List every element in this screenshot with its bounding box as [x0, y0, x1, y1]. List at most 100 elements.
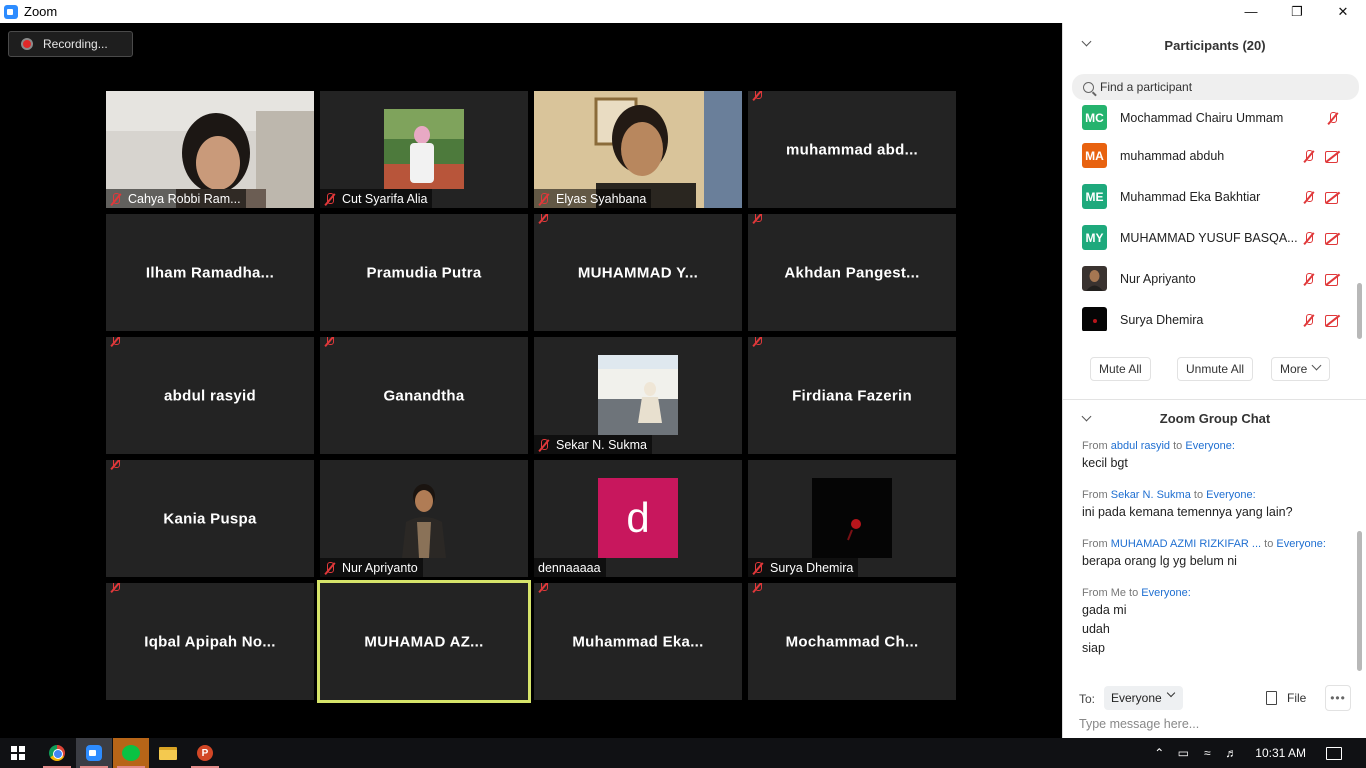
restore-button[interactable]: ❐ — [1274, 0, 1320, 23]
taskbar-zoom[interactable] — [76, 738, 112, 768]
recipient-select[interactable]: Everyone — [1104, 686, 1183, 710]
chevron-up-icon[interactable]: ⌃ — [1149, 738, 1169, 768]
profile-picture — [598, 355, 678, 435]
video-tile[interactable]: Cut Syarifa Alia — [320, 91, 528, 208]
notification-icon[interactable] — [1326, 746, 1342, 760]
video-tile[interactable]: Elyas Syahbana — [534, 91, 742, 208]
sender-link[interactable]: MUHAMAD AZMI RIZKIFAR ... — [1111, 538, 1261, 550]
recipient-link[interactable]: Everyone: — [1141, 587, 1191, 599]
video-tile[interactable]: MUHAMMAD Y... — [534, 214, 742, 331]
muted-mic-icon[interactable] — [1303, 272, 1315, 285]
video-tile[interactable]: Kania Puspa — [106, 460, 314, 577]
to-label: To: — [1079, 692, 1096, 706]
muted-mic-icon — [324, 337, 336, 346]
video-off-icon[interactable] — [1325, 150, 1341, 163]
battery-icon[interactable]: ▭ — [1173, 738, 1193, 768]
chat-scrollbar[interactable] — [1357, 531, 1362, 671]
wifi-icon[interactable]: ≈ — [1197, 738, 1217, 768]
participant-name: MUHAMAD AZ... — [364, 633, 484, 650]
video-tile[interactable]: Mochammad Ch... — [748, 583, 956, 700]
video-tile[interactable]: Ilham Ramadha... — [106, 214, 314, 331]
participant-scrollbar[interactable] — [1357, 283, 1362, 339]
recipient-link[interactable]: Everyone: — [1185, 440, 1235, 452]
volume-icon[interactable]: ♬ — [1221, 738, 1241, 768]
message-text: berapa orang lg yg belum ni — [1082, 554, 1237, 568]
collapse-chevron-icon[interactable] — [1081, 38, 1091, 48]
participant-name: Firdiana Fazerin — [792, 387, 912, 404]
video-tile[interactable]: Nur Apriyanto — [320, 460, 528, 577]
recipient-link[interactable]: Everyone: — [1276, 538, 1326, 550]
close-button[interactable]: ✕ — [1320, 0, 1366, 23]
video-tile[interactable]: abdul rasyid — [106, 337, 314, 454]
participant-row[interactable]: MC Mochammad Chairu Ummam — [1063, 103, 1357, 138]
more-button[interactable]: More — [1271, 357, 1331, 381]
video-off-icon[interactable] — [1325, 314, 1341, 327]
taskbar-line[interactable] — [113, 738, 149, 768]
collapse-chevron-icon[interactable] — [1081, 413, 1091, 423]
muted-mic-icon[interactable] — [1303, 190, 1315, 203]
chrome-icon — [49, 745, 65, 761]
chat-title: Zoom Group Chat — [1159, 410, 1271, 426]
chat-messages: From abdul rasyid to Everyone: kecil bgt… — [1063, 437, 1357, 677]
participant-name: Muhammad Eka... — [572, 633, 704, 650]
divider — [1063, 399, 1366, 400]
video-off-icon[interactable] — [1325, 232, 1341, 245]
video-tile[interactable]: Akhdan Pangest... — [748, 214, 956, 331]
video-tile[interactable]: Pramudia Putra — [320, 214, 528, 331]
video-tile[interactable]: muhammad abd... — [748, 91, 956, 208]
search-input[interactable] — [1100, 80, 1340, 94]
minimize-button[interactable]: — — [1228, 0, 1274, 23]
participant-row[interactable]: Nur Apriyanto — [1063, 258, 1357, 299]
muted-mic-icon[interactable] — [1303, 231, 1315, 244]
participant-name: muhammad abd... — [785, 141, 919, 158]
muted-mic-icon[interactable] — [1327, 111, 1339, 124]
sender-link[interactable]: Sekar N. Sukma — [1111, 489, 1191, 501]
video-tile[interactable]: Iqbal Apipah No... — [106, 583, 314, 700]
video-tile[interactable]: Cahya Robbi Ram... — [106, 91, 314, 208]
mute-all-button[interactable]: Mute All — [1090, 357, 1151, 381]
participant-name: Cahya Robbi Ram... — [128, 191, 241, 206]
video-tile[interactable]: Ganandtha — [320, 337, 528, 454]
zoom-icon — [86, 745, 102, 761]
muted-mic-icon[interactable] — [1303, 313, 1315, 326]
participant-search[interactable] — [1072, 74, 1359, 100]
chat-message: From MUHAMAD AZMI RIZKIFAR ... to Everyo… — [1082, 538, 1352, 569]
line-chat-icon — [122, 745, 140, 761]
start-button[interactable] — [0, 738, 36, 768]
video-tile[interactable]: Sekar N. Sukma — [534, 337, 742, 454]
participant-name-label: Cut Syarifa Alia — [320, 189, 433, 208]
to-word: to — [1170, 440, 1186, 452]
participant-name: Ilham Ramadha... — [145, 264, 275, 281]
taskbar-powerpoint[interactable]: P — [187, 738, 223, 768]
participant-row[interactable]: Surya Dhemira — [1063, 299, 1357, 331]
muted-mic-icon — [110, 583, 122, 592]
video-tile[interactable]: Muhammad Eka... — [534, 583, 742, 700]
sender-link[interactable]: abdul rasyid — [1111, 440, 1170, 452]
recipient-link[interactable]: Everyone: — [1206, 489, 1256, 501]
participant-name: dennaaaaa — [538, 560, 601, 575]
file-button[interactable]: File — [1266, 687, 1306, 709]
search-icon — [1083, 81, 1094, 93]
clock[interactable]: 10:31 AM — [1255, 746, 1306, 760]
message-meta: From abdul rasyid to Everyone: — [1082, 440, 1352, 452]
participant-row[interactable]: MA muhammad abduh — [1063, 135, 1357, 176]
active-speaker-tile[interactable]: MUHAMAD AZ... — [317, 580, 531, 703]
message-input[interactable] — [1079, 717, 1349, 731]
video-tile[interactable]: d dennaaaaa — [534, 460, 742, 577]
to-word: to — [1190, 489, 1207, 501]
unmute-all-button[interactable]: Unmute All — [1177, 357, 1254, 381]
participant-row[interactable]: ME Muhammad Eka Bakhtiar — [1063, 176, 1357, 217]
video-off-icon[interactable] — [1325, 273, 1341, 286]
participant-row[interactable]: MY MUHAMMAD YUSUF BASQA... — [1063, 217, 1357, 258]
avatar: ME — [1082, 184, 1107, 209]
zoom-logo-icon — [4, 4, 18, 19]
muted-mic-icon[interactable] — [1303, 149, 1315, 162]
video-tile[interactable]: Surya Dhemira — [748, 460, 956, 577]
taskbar-file-explorer[interactable] — [150, 738, 186, 768]
more-options-icon[interactable]: ••• — [1325, 685, 1351, 711]
taskbar-chrome[interactable] — [39, 738, 75, 768]
file-label: File — [1287, 691, 1307, 705]
video-tile[interactable]: Firdiana Fazerin — [748, 337, 956, 454]
video-off-icon[interactable] — [1325, 191, 1341, 204]
recording-indicator[interactable]: Recording... — [8, 31, 133, 57]
